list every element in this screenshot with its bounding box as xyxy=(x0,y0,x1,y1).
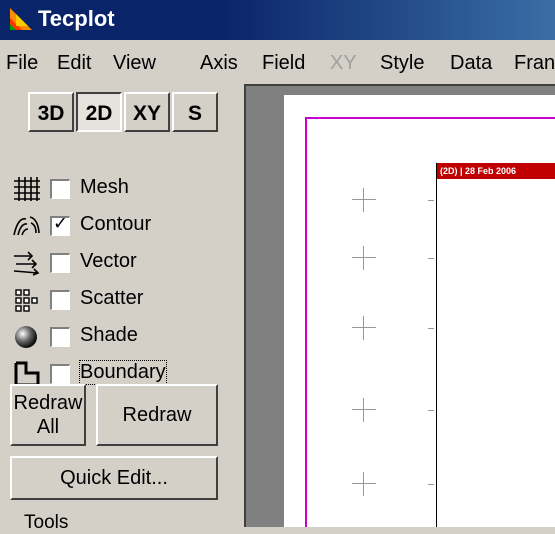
scatter-label[interactable]: Scatter xyxy=(80,287,143,310)
mesh-icon xyxy=(14,177,40,201)
contour-icon xyxy=(13,216,40,236)
tecplot-logo-icon xyxy=(10,8,32,30)
quick-edit-button[interactable]: Quick Edit... xyxy=(10,456,218,500)
grid-marker xyxy=(352,246,376,270)
mesh-checkbox[interactable] xyxy=(50,179,70,199)
vector-icon xyxy=(13,251,40,276)
mode-xy-button[interactable]: XY xyxy=(124,92,170,132)
mode-3d-button[interactable]: 3D xyxy=(28,92,74,132)
axis-tick xyxy=(428,200,434,201)
frame-header[interactable]: (2D) | 28 Feb 2006 xyxy=(437,163,555,179)
tools-label: Tools xyxy=(24,512,69,533)
title-bar[interactable]: Tecplot xyxy=(0,0,555,40)
menu-style[interactable]: Style xyxy=(380,52,424,75)
shade-label[interactable]: Shade xyxy=(80,324,138,347)
grid-marker xyxy=(352,188,376,212)
menu-data[interactable]: Data xyxy=(450,52,492,75)
menu-bar: File Edit View Axis Field XY Style Data … xyxy=(0,40,555,84)
axis-tick xyxy=(428,410,434,411)
menu-view[interactable]: View xyxy=(113,52,156,75)
mesh-label[interactable]: Mesh xyxy=(80,176,129,199)
zone-layer-mesh: Mesh xyxy=(0,172,238,206)
frame-edge xyxy=(436,163,437,527)
scatter-checkbox[interactable] xyxy=(50,290,70,310)
window-title: Tecplot xyxy=(38,6,115,31)
contour-label[interactable]: Contour xyxy=(80,213,151,236)
zone-layer-vector: Vector xyxy=(0,246,238,280)
boundary-checkbox[interactable] xyxy=(50,364,70,384)
menu-xy[interactable]: XY xyxy=(330,52,357,75)
zone-layer-contour: ✓ Contour xyxy=(0,209,238,243)
mode-2d-button[interactable]: 2D xyxy=(76,92,122,132)
grid-marker xyxy=(352,472,376,496)
vector-label[interactable]: Vector xyxy=(80,250,137,273)
grid-marker xyxy=(352,398,376,422)
menu-frame[interactable]: Fran xyxy=(514,52,555,75)
redraw-all-button[interactable]: Redraw All xyxy=(10,384,86,446)
grid-marker xyxy=(352,316,376,340)
menu-axis[interactable]: Axis xyxy=(200,52,238,75)
axis-tick xyxy=(428,258,434,259)
menu-field[interactable]: Field xyxy=(262,52,305,75)
scatter-icon xyxy=(15,289,38,312)
shade-icon xyxy=(15,326,37,348)
axis-tick xyxy=(428,328,434,329)
menu-file[interactable]: File xyxy=(6,52,38,75)
contour-checkbox[interactable]: ✓ xyxy=(50,213,70,236)
vector-checkbox[interactable] xyxy=(50,253,70,273)
axis-tick xyxy=(428,484,434,485)
sidebar-panel: 3D 2D XY S Mesh ✓ Contour Vector Scatter… xyxy=(0,84,238,533)
mode-sketch-button[interactable]: S xyxy=(172,92,218,132)
redraw-button[interactable]: Redraw xyxy=(96,384,218,446)
boundary-label[interactable]: Boundary xyxy=(79,360,167,385)
checkmark-icon: ✓ xyxy=(53,213,69,233)
shade-checkbox[interactable] xyxy=(50,327,70,347)
zone-layer-shade: Shade xyxy=(0,320,238,354)
zone-layer-scatter: Scatter xyxy=(0,283,238,317)
menu-edit[interactable]: Edit xyxy=(57,52,91,75)
